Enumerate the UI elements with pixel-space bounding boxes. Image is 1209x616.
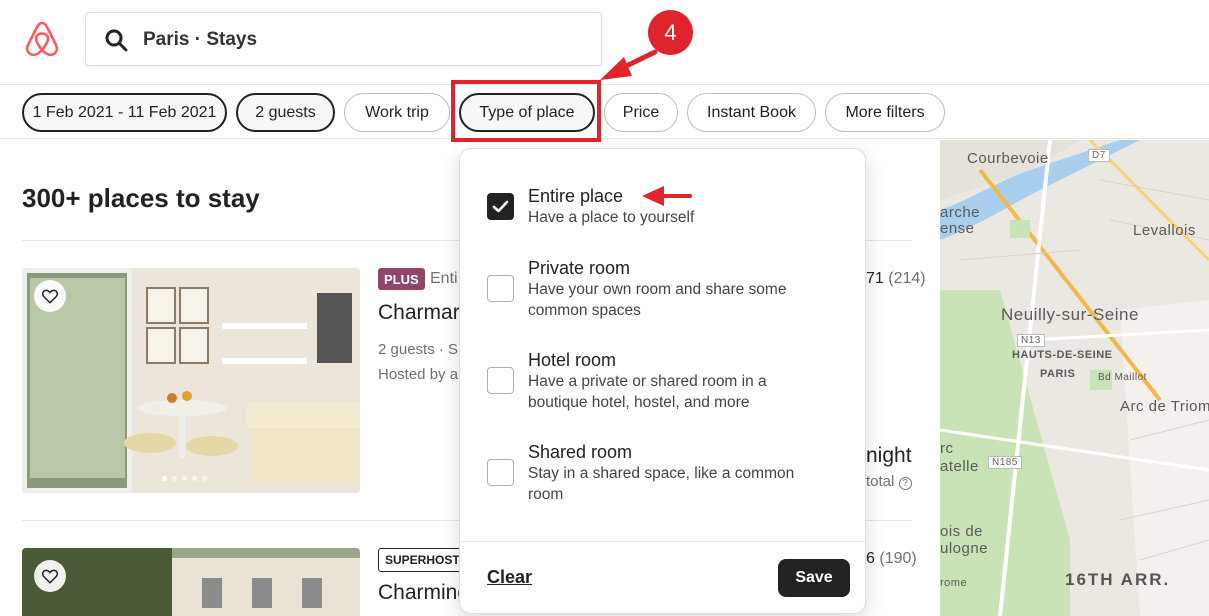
map-label-16th-arr: 16TH ARR. [1065,570,1171,589]
listing-type: Enti [430,270,458,287]
checkmark-icon [492,200,509,213]
option-description: Have your own room and share some common… [528,281,787,319]
option-title: Entire place [528,186,624,206]
map-label-arche: arche [940,204,981,221]
search-bar[interactable]: Paris · Stays [85,12,602,66]
option-title: Shared room [528,442,633,462]
entire-place-checkbox[interactable] [487,193,514,220]
dropdown-footer-divider [460,541,865,542]
listing-title[interactable]: Charmar [378,301,460,325]
map-road-d7: D7 [1088,149,1110,162]
option-description: Stay in a shared space, like a common ro… [528,465,795,503]
map-label-hauts-de-seine: HAUTS-DE-SEINE [1012,349,1113,361]
listing-host: Hosted by a [378,366,459,383]
listing-total: total ? [866,473,912,490]
listing-photo[interactable] [22,268,360,493]
plus-badge: PLUS [378,268,425,290]
filter-dates-chip[interactable]: 1 Feb 2021 - 11 Feb 2021 [22,93,227,132]
annotation-step-badge: 4 [648,10,693,55]
heart-icon [41,289,59,304]
map-label-bois: ois de [940,523,984,540]
filter-instant-book-chip[interactable]: Instant Book [687,93,816,132]
option-title: Private room [528,258,631,278]
map-label-paris: PARIS [1040,368,1076,380]
shared-room-checkbox[interactable] [487,459,514,486]
results-title: 300+ places to stay [22,183,260,213]
map-label-arc: Arc de Triom [1120,398,1209,415]
search-icon [105,29,128,52]
listing-price: night [866,444,912,467]
map-label-ense: ense [940,220,975,237]
listing-rating: 71 (214) [866,270,926,287]
help-icon[interactable]: ? [898,477,912,490]
filter-type-of-place-chip[interactable]: Type of place [459,93,595,132]
listing-title[interactable]: Charming [378,581,469,605]
search-text: Paris · Stays [143,29,258,50]
listing-meta: 2 guests · S [378,341,459,358]
room-photo-image [22,268,360,493]
option-description: Have a place to yourself [528,209,695,226]
building-photo-image [22,548,360,616]
favorite-heart-button[interactable] [34,280,66,312]
filter-bar: 1 Feb 2021 - 11 Feb 2021 2 guests Work t… [0,86,1209,139]
carousel-dots [162,476,207,481]
map-label-rc: rc [940,440,954,457]
option-description: Have a private or shared room in a bouti… [528,373,767,411]
superhost-badge: SUPERHOST [378,548,467,572]
map-road-n13: N13 [1017,334,1045,347]
filter-work-trip-chip[interactable]: Work trip [344,93,450,132]
private-room-checkbox[interactable] [487,275,514,302]
hotel-room-checkbox[interactable] [487,367,514,394]
filter-guests-chip[interactable]: 2 guests [236,93,335,132]
filter-price-chip[interactable]: Price [604,93,678,132]
map-panel[interactable]: Courbevoie D7 arche ense Levallois Neuil… [940,140,1209,616]
clear-button[interactable]: Clear [487,567,532,588]
map-label-courbevoie: Courbevoie [967,150,1049,167]
map-road-n185: N185 [988,456,1022,469]
map-label-neuilly: Neuilly-sur-Seine [1001,305,1139,324]
map-label-ulogne: ulogne [940,540,989,557]
listing-photo[interactable] [22,548,360,616]
save-button[interactable]: Save [778,559,850,597]
favorite-heart-button[interactable] [34,560,66,592]
type-of-place-dropdown: Entire place Have a place to yourself Pr… [459,148,866,614]
option-title: Hotel room [528,350,617,370]
heart-icon [41,569,59,584]
map-label-levallois: Levallois [1133,222,1196,239]
map-label-atelle: atelle [940,458,979,475]
top-header: Paris · Stays [0,0,1209,85]
map-label-bd-maillot: Bd Maillot [1098,372,1147,383]
airbnb-logo-icon[interactable] [24,20,60,58]
map-label-rome: rome [940,577,968,589]
listing-rating: 6 (190) [866,550,917,567]
filter-more-filters-chip[interactable]: More filters [825,93,945,132]
